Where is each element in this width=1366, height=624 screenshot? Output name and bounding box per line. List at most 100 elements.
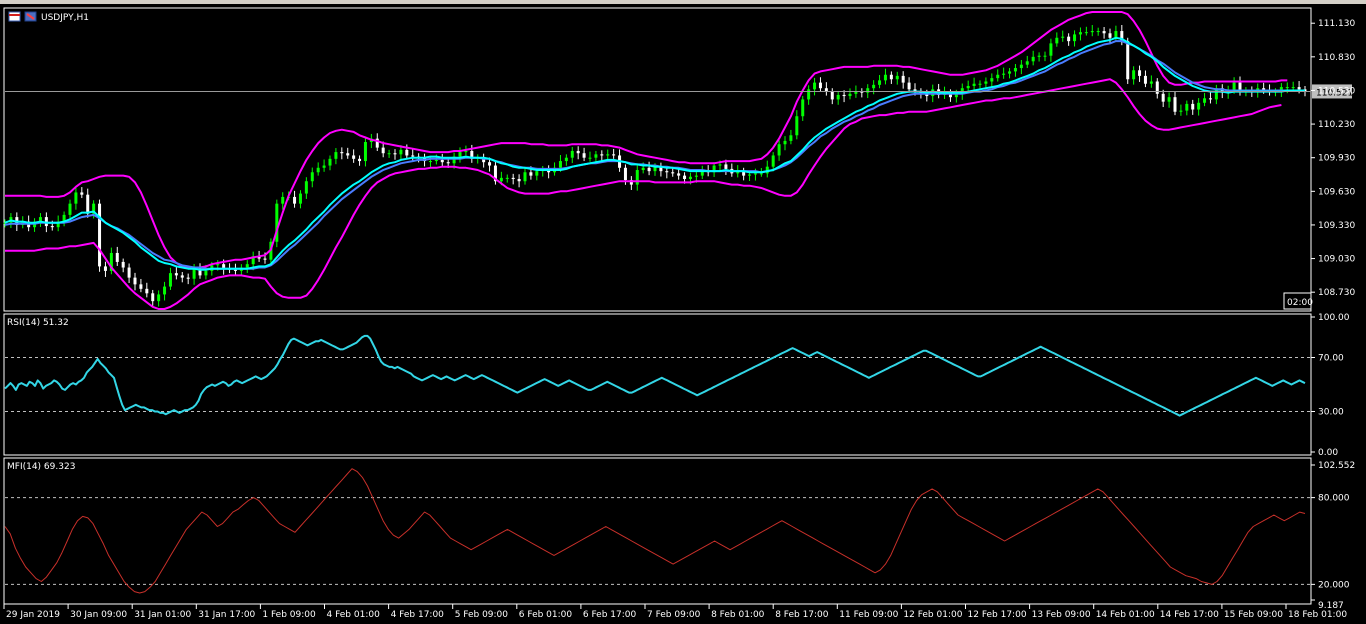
candle-body bbox=[446, 162, 450, 164]
candle-body bbox=[1008, 71, 1012, 74]
candle-body bbox=[1208, 98, 1212, 100]
candle-body bbox=[1132, 70, 1136, 80]
rsi-line bbox=[4, 334, 1306, 417]
x-tick-label: 18 Feb 01:00 bbox=[1288, 610, 1347, 620]
candle-body bbox=[1232, 82, 1236, 91]
candle-body bbox=[600, 154, 604, 156]
candle-body bbox=[588, 157, 592, 159]
candle-body bbox=[1078, 32, 1082, 35]
candle-body bbox=[328, 158, 332, 166]
rsi-title: RSI(14) 51.32 bbox=[7, 318, 69, 328]
candle-body bbox=[813, 82, 817, 90]
price-tick-label: 109.330 bbox=[1318, 221, 1355, 231]
candle-body bbox=[807, 89, 811, 100]
candle-body bbox=[594, 154, 598, 158]
x-tick-label: 1 Feb 09:00 bbox=[262, 610, 316, 620]
candle-body bbox=[612, 154, 616, 156]
candle-body bbox=[499, 177, 503, 182]
candle-body bbox=[523, 172, 527, 182]
candle-body bbox=[1191, 103, 1195, 110]
price-tick-label: 111.130 bbox=[1318, 19, 1355, 29]
candle-body bbox=[192, 268, 196, 279]
price-tick-label: 110.830 bbox=[1318, 53, 1355, 63]
candle-body bbox=[145, 288, 149, 294]
ma-fast-line bbox=[4, 36, 1305, 271]
candle-body bbox=[830, 91, 834, 100]
candle-body bbox=[180, 275, 184, 278]
candle-body bbox=[1037, 55, 1041, 57]
candle-body bbox=[978, 83, 982, 85]
chart-window[interactable]: 110.521 02:00 111.130 110.830 110.530 110.23… bbox=[0, 4, 1366, 624]
x-tick-label: 31 Jan 01:00 bbox=[134, 610, 191, 620]
candle-body bbox=[1155, 81, 1159, 94]
candle-body bbox=[748, 174, 752, 176]
x-tick-label: 7 Feb 09:00 bbox=[647, 610, 701, 620]
mfi-panel-border bbox=[3, 457, 1312, 605]
candle-body bbox=[901, 75, 905, 83]
candle-body bbox=[606, 154, 610, 156]
rsi-tick-label: 0.00 bbox=[1318, 448, 1338, 458]
price-tick-label: 110.230 bbox=[1318, 120, 1355, 130]
chart-canvas[interactable]: 110.52102:00 111.130 110.830 110.530 110.23… bbox=[0, 4, 1366, 624]
candle-body bbox=[647, 167, 651, 172]
candle-body bbox=[1285, 87, 1289, 89]
candle-body bbox=[623, 167, 627, 181]
rsi-panel[interactable] bbox=[4, 334, 1310, 417]
rsi-tick-label: 70.00 bbox=[1318, 354, 1344, 364]
candle-body bbox=[558, 161, 562, 168]
bollinger-upper-line bbox=[5, 11, 1288, 270]
price-tick-label: 110.530 bbox=[1318, 86, 1355, 96]
candle-body bbox=[363, 142, 367, 162]
candle-body bbox=[777, 144, 781, 156]
candle-body bbox=[1102, 31, 1106, 34]
candle-body bbox=[783, 140, 787, 145]
candle-body bbox=[1013, 68, 1017, 72]
mfi-panel[interactable] bbox=[4, 468, 1310, 594]
candle-body bbox=[1161, 93, 1165, 102]
symbol-title: USDJPY,H1 bbox=[41, 13, 89, 23]
candle-body bbox=[1138, 70, 1142, 76]
candle-body bbox=[1025, 61, 1029, 65]
candle-body bbox=[68, 203, 72, 215]
candle-body bbox=[505, 177, 509, 179]
candle-body bbox=[393, 153, 397, 155]
candle-body bbox=[464, 150, 468, 153]
candle-body bbox=[866, 88, 870, 93]
ma-slow-line bbox=[4, 40, 1305, 270]
candle-body bbox=[1297, 87, 1301, 90]
candle-body bbox=[818, 82, 822, 89]
mfi-tick-label: 20.000 bbox=[1318, 580, 1350, 590]
candle-body bbox=[665, 171, 669, 173]
time-marker: 02:00 bbox=[1287, 298, 1313, 308]
candle-body bbox=[1108, 33, 1112, 38]
candle-body bbox=[972, 83, 976, 86]
candle-body bbox=[204, 270, 208, 276]
candle-body bbox=[1179, 110, 1183, 112]
mfi-tick-label: 102.552 bbox=[1318, 461, 1355, 471]
candle-body bbox=[115, 252, 119, 262]
candle-body bbox=[151, 293, 155, 302]
candle-body bbox=[753, 173, 757, 175]
candle-body bbox=[139, 284, 143, 289]
candle-body bbox=[759, 173, 763, 175]
candle-body bbox=[174, 273, 178, 276]
candle-body bbox=[1143, 75, 1147, 84]
candle-body bbox=[895, 75, 899, 80]
candle-body bbox=[405, 149, 409, 156]
candle-body bbox=[281, 196, 285, 204]
candle-body bbox=[304, 181, 308, 194]
x-tick-label: 8 Feb 01:00 bbox=[711, 610, 765, 620]
price-panel[interactable]: 110.52102:00 bbox=[3, 11, 1354, 310]
candle-body bbox=[80, 192, 84, 195]
mfi-title: MFI(14) 69.323 bbox=[7, 462, 75, 472]
candle-body bbox=[564, 157, 568, 162]
candle-body bbox=[883, 74, 887, 81]
candle-body bbox=[836, 94, 840, 100]
rsi-tick-label: 30.00 bbox=[1318, 408, 1344, 418]
candle-body bbox=[245, 264, 249, 268]
symbol-header: USDJPY,H1 bbox=[8, 11, 89, 23]
candle-body bbox=[133, 277, 137, 285]
candle-body bbox=[346, 153, 350, 156]
candle-body bbox=[688, 176, 692, 179]
candle-body bbox=[186, 277, 190, 279]
